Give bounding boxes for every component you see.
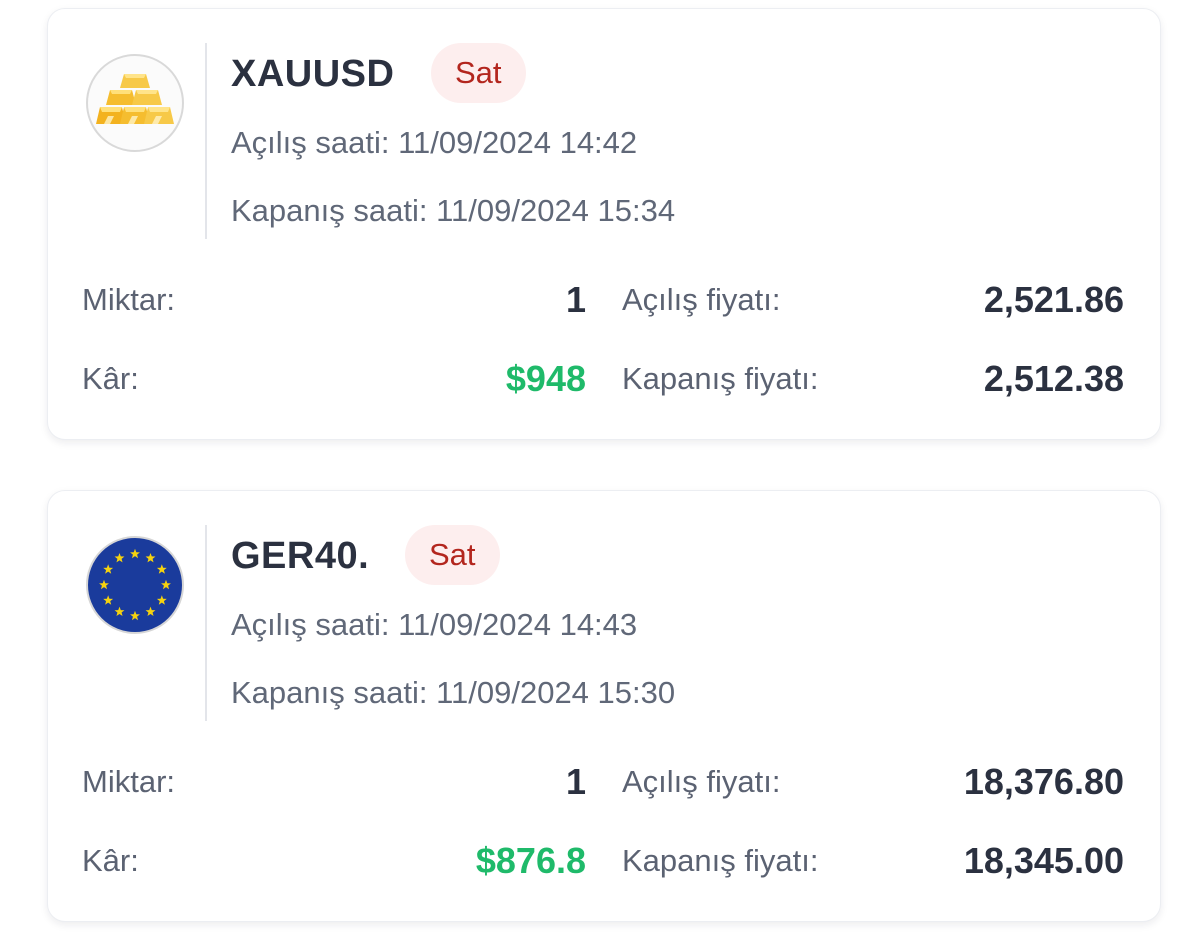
eu-star-icon bbox=[114, 606, 125, 617]
side-badge: Sat bbox=[405, 525, 500, 585]
open-price-value: 18,376.80 bbox=[963, 761, 1124, 802]
gold-bars-icon bbox=[86, 54, 184, 152]
open-price-label: Açılış fiyatı: bbox=[622, 764, 781, 799]
open-price-label: Açılış fiyatı: bbox=[622, 282, 781, 317]
close-price-label: Kapanış fiyatı: bbox=[622, 843, 819, 878]
profit-label: Kâr: bbox=[82, 843, 139, 878]
header-divider bbox=[205, 525, 207, 721]
profit-value: $876.8 bbox=[475, 840, 586, 881]
header-divider bbox=[205, 43, 207, 239]
close-price-label: Kapanış fiyatı: bbox=[622, 361, 819, 396]
eu-star-icon bbox=[156, 595, 167, 605]
eu-star-icon bbox=[161, 579, 171, 590]
close-time: Kapanış saati: 11/09/2024 15:34 bbox=[231, 193, 676, 228]
close-time: Kapanış saati: 11/09/2024 15:30 bbox=[231, 675, 676, 710]
eu-star-icon bbox=[145, 552, 156, 563]
open-time: Açılış saati: 11/09/2024 14:42 bbox=[231, 125, 638, 160]
profit-value: $948 bbox=[505, 358, 586, 399]
eu-star-icon bbox=[156, 564, 167, 574]
profit-label: Kâr: bbox=[82, 361, 139, 396]
trade-card-xauusd[interactable]: XAUUSD Sat Açılış saati: 11/09/2024 14:4… bbox=[47, 8, 1161, 440]
symbol-name: XAUUSD bbox=[231, 53, 395, 95]
close-price-value: 18,345.00 bbox=[963, 840, 1124, 881]
eu-flag-icon bbox=[86, 536, 184, 634]
open-price-value: 2,521.86 bbox=[983, 279, 1124, 320]
side-badge: Sat bbox=[431, 43, 526, 103]
eu-star-icon bbox=[130, 548, 140, 559]
close-price-value: 2,512.38 bbox=[983, 358, 1124, 399]
trade-card-ger40[interactable]: GER40. Sat Açılış saati: 11/09/2024 14:4… bbox=[47, 490, 1161, 922]
quantity-value: 1 bbox=[565, 761, 586, 802]
symbol-name: GER40. bbox=[231, 535, 370, 577]
quantity-label: Miktar: bbox=[82, 282, 175, 317]
eu-star-icon bbox=[103, 564, 114, 574]
eu-star-icon bbox=[130, 610, 140, 621]
quantity-label: Miktar: bbox=[82, 764, 175, 799]
eu-star-icon bbox=[103, 595, 114, 605]
eu-star-icon bbox=[99, 579, 109, 590]
eu-star-icon bbox=[145, 606, 156, 617]
eu-star-icon bbox=[114, 552, 125, 563]
open-time: Açılış saati: 11/09/2024 14:43 bbox=[231, 607, 638, 642]
quantity-value: 1 bbox=[565, 279, 586, 320]
